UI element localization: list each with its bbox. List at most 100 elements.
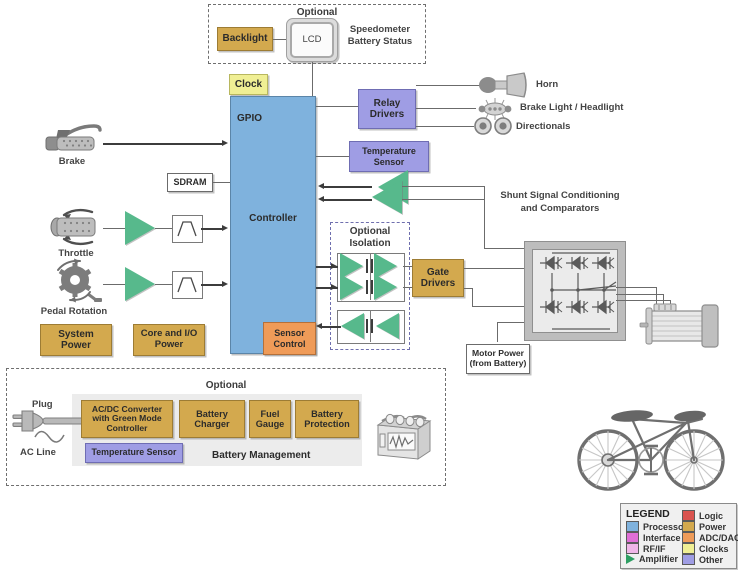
line-pedal-amp [103,284,125,285]
core-io-power-block[interactable]: Core and I/O Power [133,324,205,356]
iso-cap-3a [366,319,368,333]
optional-display-label: Optional [296,7,338,18]
iso-cap-1b [371,259,373,273]
brake-label: Brake [58,156,86,167]
legend-label-logic: Logic [699,510,723,521]
legend-label-other: Other [699,554,724,565]
line-shunt-down [484,186,485,248]
line-shunt-src-1 [402,186,484,187]
motor-power-line2: (from Battery) [469,358,527,368]
line-relay-brakelight [416,108,476,109]
line-sdram-controller [213,182,230,183]
pedal-rotation-icon [57,258,102,303]
line-relay-horn [416,85,482,86]
sensor-control-line2: Control [273,338,306,349]
line-backlight-lcd [272,39,286,40]
charger-line2: Charger [194,419,230,429]
fuel-gauge-line2: Gauge [255,419,285,429]
battery-management-label: Battery Management [212,450,311,461]
line-controller-relay [316,106,358,107]
pedal-amplifier [125,267,155,301]
iso-cap-3b [371,319,373,333]
line-shunt-src-2 [402,199,484,200]
line-phase-3 [616,300,670,301]
directionals-label: Directionals [516,121,571,132]
battery-pack-icon [376,413,432,460]
relay-drivers-block[interactable]: Relay Drivers [358,89,416,129]
shunt-label-line1: Shunt Signal Conditioning [500,190,620,201]
line-shunt-feedback-1 [324,186,372,188]
sdram-block[interactable]: SDRAM [167,173,213,192]
display-note-line1: Speedometer [349,24,411,35]
iso-amp-out-2 [374,274,397,300]
battery-region-label: Optional [205,380,247,391]
legend-triangle-amplifier [626,554,635,564]
arrow-sensor-control [316,322,322,329]
acdc-converter-block[interactable]: AC/DC Converter with Green Mode Controll… [81,400,173,438]
diagram-canvas: Optional Backlight LCD Speedometer Batte… [0,0,738,570]
line-amp-filter-pedal [155,284,172,285]
battery-temperature-sensor-block[interactable]: Temperature Sensor [85,443,183,463]
line-gate-inv-2c [472,306,524,307]
legend-item-other: Other [682,554,723,565]
temperature-sensor-line2: Sensor [373,156,405,167]
bicycle-icon [577,410,725,491]
iso-cap-1a [366,259,368,273]
iso-amp-fb-right [376,313,399,339]
shunt-amplifier-lower [372,180,402,214]
system-power-block[interactable]: System Power [40,324,112,356]
motor-icon [639,303,719,348]
brake-lever-icon [45,124,102,151]
line-filter-controller-throttle [201,228,222,230]
temperature-sensor-block[interactable]: Temperature Sensor [349,141,429,172]
backlight-block[interactable]: Backlight [217,27,273,51]
clock-block[interactable]: Clock [229,74,268,95]
controller-block[interactable] [230,96,316,354]
line-phase-1 [616,287,656,288]
isolation-label-line2: Isolation [349,238,391,249]
acdc-line3: Controller [106,422,148,433]
brake-light-label: Brake Light / Headlight [520,102,624,113]
legend-swatch-power [682,521,695,532]
line-iso-sensorcontrol [322,326,341,328]
iso-amp-fb-left [341,313,364,339]
iso-cap-2a [366,280,368,294]
line-gate-inv-2a [464,288,472,289]
lcd-block[interactable]: LCD [290,22,334,58]
plug-label: Plug [32,399,53,410]
gate-drivers-line2: Drivers [420,278,456,289]
line-shunt-feedback-2 [324,199,372,201]
controller-label: Controller [249,213,297,224]
sensor-control-block[interactable]: Sensor Control [263,322,316,355]
legend-swatch-other [682,554,695,565]
line-relay-directionals [416,126,474,127]
ac-waveform-icon [34,430,65,443]
arrow-iso-2 [331,283,337,290]
legend-item-rfif: RF/IF [626,543,666,554]
isolation-label-line1: Optional [349,226,391,237]
battery-protection-block[interactable]: Battery Protection [295,400,359,438]
legend-item-adcdac: ADC/DAC [682,532,738,543]
line-brake-controller [103,143,222,145]
arrow-pedal [222,280,228,287]
line-filter-controller-pedal [201,284,222,286]
legend-item-clocks: Clocks [682,543,729,554]
protection-line2: Protection [304,419,350,429]
system-power-line2: Power [60,340,91,351]
line-lcd-controller [312,62,313,96]
gpio-label: GPIO [237,113,263,124]
legend-item-power: Power [682,521,726,532]
iso-cap-2b [371,280,373,294]
gate-drivers-block[interactable]: Gate Drivers [412,259,464,297]
legend-item-logic: Logic [682,510,723,521]
legend-label-power: Power [699,521,727,532]
sensor-control-line1: Sensor [274,328,305,339]
legend-swatch-rfif [626,543,639,554]
battery-charger-block[interactable]: Battery Charger [179,400,245,438]
pedal-filter-block [172,271,203,299]
motor-power-block[interactable]: Motor Power (from Battery) [466,344,530,374]
line-motorpower-up [497,322,498,342]
line-gate-inv-2b [472,288,473,306]
fuel-gauge-block[interactable]: Fuel Gauge [249,400,291,438]
line-controller-tempsensor [316,156,349,157]
